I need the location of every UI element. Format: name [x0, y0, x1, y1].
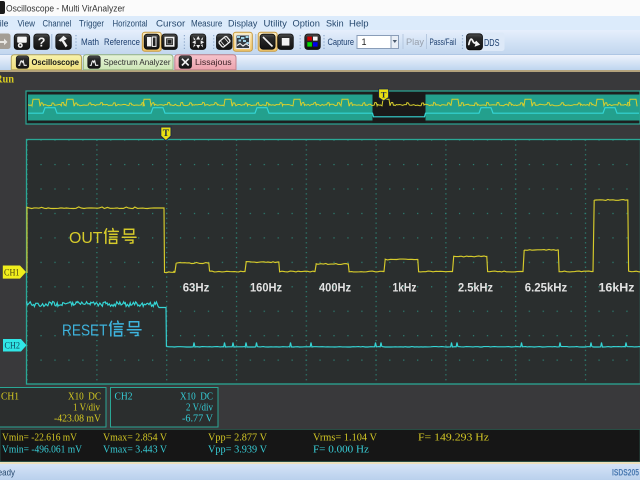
- svg-text:Utility: Utility: [264, 18, 288, 28]
- svg-text:Oscilloscope - Multi VirAnalyz: Oscilloscope - Multi VirAnalyzer: [6, 4, 125, 15]
- svg-text:Trigger: Trigger: [79, 18, 104, 28]
- svg-text:CH1: CH1: [4, 267, 20, 277]
- svg-text:1: 1: [362, 37, 367, 47]
- svg-text:CH1: CH1: [1, 392, 19, 403]
- svg-text:X10 DC: X10 DC: [180, 392, 213, 403]
- svg-text:Channel: Channel: [43, 18, 72, 28]
- svg-text:Skin: Skin: [326, 18, 344, 28]
- svg-text:Option: Option: [293, 18, 320, 28]
- svg-text:RESET: RESET: [62, 323, 108, 340]
- svg-text:Vpp= 3.939 V: Vpp= 3.939 V: [208, 445, 267, 456]
- svg-text:Vrms= 1.104 V: Vrms= 1.104 V: [313, 433, 377, 444]
- svg-text:ISDS205: ISDS205: [612, 467, 640, 478]
- svg-text:CH2: CH2: [5, 341, 21, 351]
- svg-text:2.5kHz: 2.5kHz: [458, 281, 493, 295]
- svg-text:6.25kHz: 6.25kHz: [525, 281, 568, 295]
- svg-text:Vmin= -496.061 mV: Vmin= -496.061 mV: [2, 445, 82, 456]
- svg-text:Oscilloscope: Oscilloscope: [32, 57, 80, 67]
- svg-text:-423.08 mV: -423.08 mV: [54, 414, 101, 425]
- svg-text:F= 149.293 Hz: F= 149.293 Hz: [418, 433, 489, 444]
- svg-text:Reference: Reference: [104, 37, 140, 47]
- svg-text:400Hz: 400Hz: [319, 281, 351, 295]
- svg-text:?: ?: [38, 35, 46, 49]
- svg-text:Measure: Measure: [191, 18, 222, 28]
- svg-text:Math: Math: [81, 37, 99, 47]
- svg-text:Play: Play: [406, 37, 425, 47]
- svg-text:Vmin= -22.616 mV: Vmin= -22.616 mV: [2, 433, 77, 444]
- svg-text:Capture: Capture: [328, 37, 355, 47]
- svg-text:16kHz: 16kHz: [599, 281, 635, 295]
- svg-text:T: T: [163, 129, 170, 139]
- svg-text:1kHz: 1kHz: [393, 281, 417, 295]
- svg-text:2 V/div: 2 V/div: [186, 403, 214, 414]
- svg-text:Run: Run: [0, 74, 15, 86]
- svg-text:1 V/div: 1 V/div: [73, 403, 101, 414]
- svg-text:OUT: OUT: [69, 230, 103, 247]
- svg-text:DDS: DDS: [484, 38, 500, 49]
- svg-text:Spectrum Analyzer: Spectrum Analyzer: [104, 57, 171, 67]
- svg-text:160Hz: 160Hz: [250, 281, 282, 295]
- svg-text:Help: Help: [349, 18, 369, 28]
- svg-text:63Hz: 63Hz: [183, 281, 210, 295]
- svg-text:Cursor: Cursor: [156, 18, 185, 28]
- svg-text:Horizontal: Horizontal: [113, 18, 148, 28]
- svg-text:-6.77 V: -6.77 V: [182, 414, 213, 425]
- svg-text:CH2: CH2: [115, 392, 133, 403]
- svg-text:Pass/Fail: Pass/Fail: [430, 37, 457, 47]
- svg-text:View: View: [18, 18, 36, 28]
- svg-text:Ready: Ready: [0, 467, 15, 478]
- svg-text:Lissajous: Lissajous: [195, 57, 232, 67]
- svg-text:Display: Display: [228, 18, 258, 28]
- svg-text:Vpp= 2.877 V: Vpp= 2.877 V: [208, 433, 267, 444]
- svg-text:Vmax= 3.443 V: Vmax= 3.443 V: [103, 445, 167, 456]
- svg-text:T: T: [381, 89, 387, 99]
- svg-text:Vmax= 2.854 V: Vmax= 2.854 V: [103, 433, 167, 444]
- svg-text:File: File: [0, 18, 9, 28]
- svg-text:F= 0.000 Hz: F= 0.000 Hz: [313, 445, 369, 456]
- svg-text:X10 DC: X10 DC: [68, 392, 101, 403]
